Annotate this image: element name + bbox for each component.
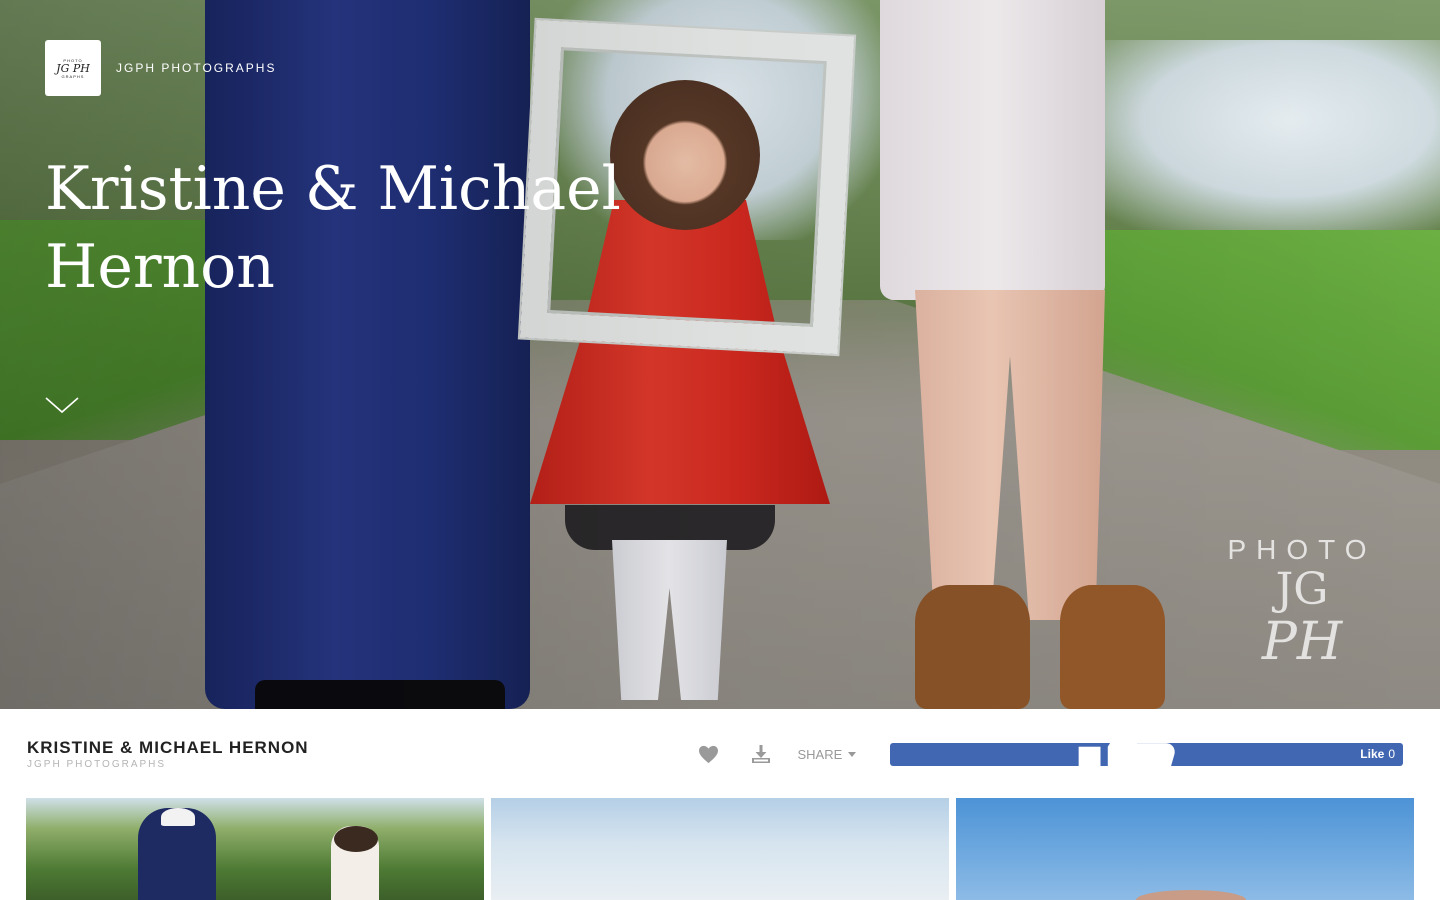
watermark-line-3: PH (1261, 612, 1343, 672)
favorite-button[interactable] (698, 743, 720, 765)
photo-person (1136, 890, 1246, 900)
logo-monogram: JG PH (56, 61, 90, 75)
caret-down-icon (848, 751, 857, 757)
photo-thumbnail[interactable] (26, 798, 484, 900)
photo-thumbnail[interactable] (956, 798, 1414, 900)
thumbs-up-icon (1078, 710, 1176, 802)
download-icon (751, 745, 770, 763)
like-label: Like (1360, 747, 1385, 761)
gallery-actions: SHARE Like 0 (698, 710, 1403, 802)
share-button[interactable]: SHARE (798, 747, 857, 762)
facebook-like-button[interactable]: Like 0 (890, 710, 1403, 802)
like-count: 0 (1388, 747, 1395, 761)
photo-grid (26, 798, 1416, 900)
photo-thumbnail[interactable] (491, 798, 949, 900)
download-button[interactable] (750, 743, 772, 765)
gallery-title: KRISTINE & MICHAEL HERNON (27, 738, 309, 757)
gallery-subtitle: JGPH PHOTOGRAPHS (27, 759, 167, 770)
share-label: SHARE (797, 746, 843, 762)
brand-name-link[interactable]: JGPH PHOTOGRAPHS (116, 61, 276, 75)
photographer-watermark: PHOTO JG PH (1222, 534, 1382, 706)
brand-logo[interactable]: PHOTO JG PH GRAPHS (45, 40, 101, 96)
watermark-line-1: PHOTO (1227, 534, 1377, 565)
logo-text-bottom: GRAPHS (61, 73, 85, 79)
chevron-down-icon[interactable] (45, 396, 79, 414)
heart-icon (699, 745, 718, 763)
photo-hair (334, 826, 378, 852)
hero-title: Kristine & Michael Hernon (45, 154, 621, 302)
photo-cap (161, 808, 195, 826)
watermark-line-2: JG (1275, 564, 1329, 615)
hero-cover-photo: PHOTO JG PH GRAPHS JGPH PHOTOGRAPHS Kris… (0, 0, 1440, 709)
